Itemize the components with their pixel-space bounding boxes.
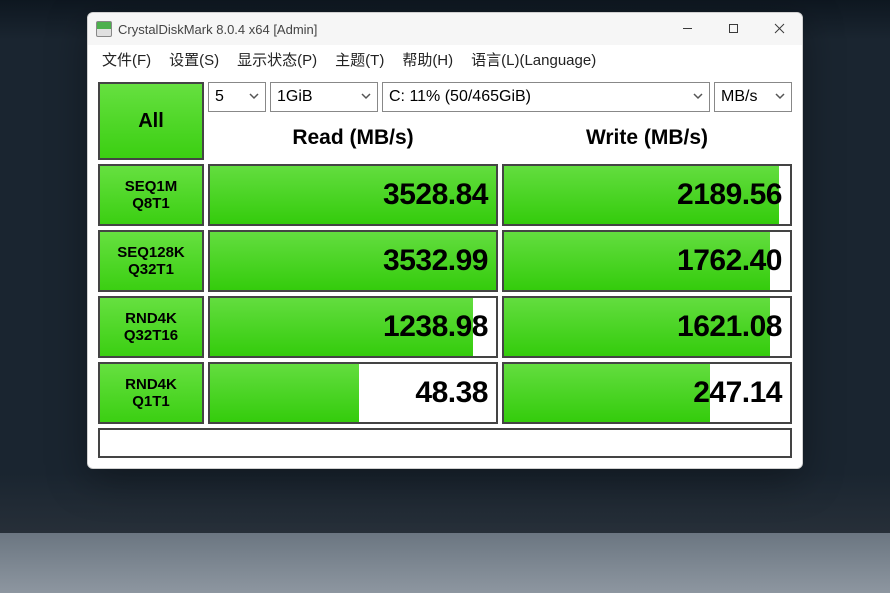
test-label-line2: Q8T1 [132, 195, 170, 212]
close-button[interactable] [756, 13, 802, 45]
test-label-line1: SEQ1M [125, 178, 178, 195]
runs-select[interactable]: 5 [208, 82, 266, 112]
test-label-line1: RND4K [125, 376, 177, 393]
test-button-seq128k-q32t1[interactable]: SEQ128KQ32T1 [98, 230, 204, 292]
menu-language[interactable]: 语言(L)(Language) [471, 49, 596, 70]
test-button-seq1m-q8t1[interactable]: SEQ1MQ8T1 [98, 164, 204, 226]
unit-select[interactable]: MB/s [714, 82, 792, 112]
test-label-line2: Q32T1 [128, 261, 174, 278]
chevron-down-icon [361, 88, 371, 106]
read-cell: 3528.84 [208, 164, 498, 226]
menu-state[interactable]: 显示状态(P) [237, 49, 317, 70]
read-header: Read (MB/s) [208, 116, 498, 160]
write-value: 1621.08 [677, 298, 782, 356]
maximize-button[interactable] [710, 13, 756, 45]
result-row: RND4KQ32T16 1238.98 1621.08 [98, 296, 792, 358]
maximize-icon [728, 22, 739, 37]
result-row: RND4KQ1T1 48.38 247.14 [98, 362, 792, 424]
read-value: 3532.99 [383, 232, 488, 290]
content-area: All 5 1GiB C: 11% (50/465GiB) MB/s Read … [88, 76, 802, 468]
runs-value: 5 [215, 88, 224, 106]
read-value: 48.38 [415, 364, 488, 422]
read-value: 3528.84 [383, 166, 488, 224]
menu-file[interactable]: 文件(F) [102, 49, 151, 70]
minimize-icon [682, 22, 693, 37]
write-cell: 1621.08 [502, 296, 792, 358]
write-value: 247.14 [693, 364, 782, 422]
write-cell: 247.14 [502, 362, 792, 424]
write-value: 2189.56 [677, 166, 782, 224]
close-icon [774, 22, 785, 37]
app-window: CrystalDiskMark 8.0.4 x64 [Admin] 文件(F) … [87, 12, 803, 469]
read-bar [210, 364, 359, 422]
size-value: 1GiB [277, 88, 313, 106]
test-button-rnd4k-q32t16[interactable]: RND4KQ32T16 [98, 296, 204, 358]
menu-theme[interactable]: 主题(T) [335, 49, 384, 70]
read-value: 1238.98 [383, 298, 488, 356]
status-footer [98, 428, 792, 458]
test-label-line2: Q32T16 [124, 327, 178, 344]
read-cell: 48.38 [208, 362, 498, 424]
size-select[interactable]: 1GiB [270, 82, 378, 112]
unit-value: MB/s [721, 88, 757, 106]
run-all-button[interactable]: All [98, 82, 204, 160]
test-button-rnd4k-q1t1[interactable]: RND4KQ1T1 [98, 362, 204, 424]
write-bar [504, 364, 710, 422]
write-header: Write (MB/s) [502, 116, 792, 160]
write-cell: 1762.40 [502, 230, 792, 292]
chevron-down-icon [775, 88, 785, 106]
test-label-line1: RND4K [125, 310, 177, 327]
write-cell: 2189.56 [502, 164, 792, 226]
minimize-button[interactable] [664, 13, 710, 45]
test-label-line1: SEQ128K [117, 244, 185, 261]
app-icon [96, 21, 112, 37]
title-bar[interactable]: CrystalDiskMark 8.0.4 x64 [Admin] [88, 13, 802, 45]
read-cell: 3532.99 [208, 230, 498, 292]
drive-select[interactable]: C: 11% (50/465GiB) [382, 82, 710, 112]
menu-settings[interactable]: 设置(S) [169, 49, 219, 70]
result-row: SEQ1MQ8T1 3528.84 2189.56 [98, 164, 792, 226]
menu-bar: 文件(F) 设置(S) 显示状态(P) 主题(T) 帮助(H) 语言(L)(La… [88, 45, 802, 76]
chevron-down-icon [693, 88, 703, 106]
result-row: SEQ128KQ32T1 3532.99 1762.40 [98, 230, 792, 292]
chevron-down-icon [249, 88, 259, 106]
drive-value: C: 11% (50/465GiB) [389, 88, 531, 106]
read-cell: 1238.98 [208, 296, 498, 358]
test-label-line2: Q1T1 [132, 393, 170, 410]
window-title: CrystalDiskMark 8.0.4 x64 [Admin] [118, 22, 317, 37]
write-value: 1762.40 [677, 232, 782, 290]
menu-help[interactable]: 帮助(H) [402, 49, 453, 70]
